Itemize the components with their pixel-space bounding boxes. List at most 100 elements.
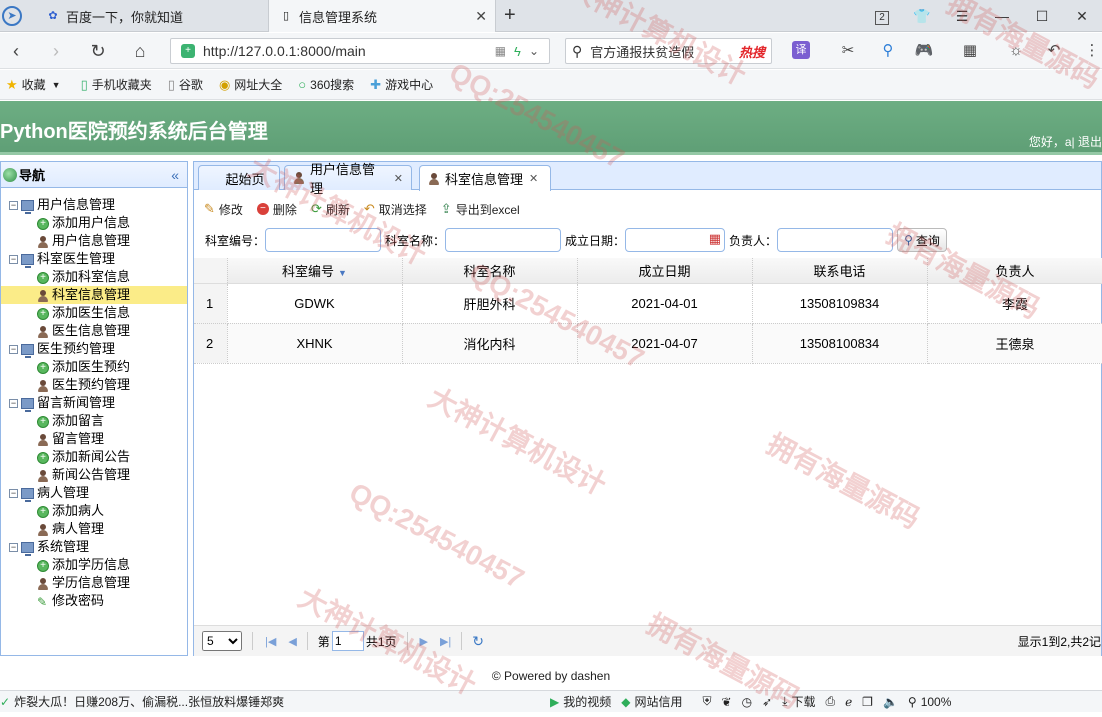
- collapse-toggle-icon[interactable]: −: [9, 255, 18, 265]
- shield-icon[interactable]: ⛨: [703, 694, 712, 709]
- tab-start-page[interactable]: 起始页: [198, 165, 280, 190]
- home-icon[interactable]: ⌂: [128, 39, 152, 63]
- hot-search-badge[interactable]: 热搜: [739, 42, 765, 61]
- window-icon[interactable]: ❐: [862, 695, 873, 709]
- sidebar-item[interactable]: 科室信息管理: [1, 286, 187, 304]
- zoom-search-icon[interactable]: ⚲: [878, 41, 898, 61]
- sidebar-item[interactable]: + 添加新闻公告: [1, 448, 187, 466]
- news-ticker[interactable]: ✓ 炸裂大瓜！日赚208万、偷漏税...张恒放料爆锤郑爽: [0, 693, 520, 710]
- sidebar-group[interactable]: − 病人管理: [1, 484, 187, 503]
- sidebar-item[interactable]: + 添加用户信息: [1, 214, 187, 232]
- gamepad-icon[interactable]: 🎮: [914, 41, 934, 61]
- close-tab-icon[interactable]: ✕: [529, 172, 538, 185]
- search-box[interactable]: ⚲ 官方通报扶贫造假 热搜: [565, 38, 772, 64]
- calendar-icon[interactable]: ▦: [709, 231, 721, 247]
- tab-user-info[interactable]: 用户信息管理 ✕: [284, 162, 412, 196]
- more-menu-icon[interactable]: ⋮: [1082, 41, 1102, 61]
- column-header[interactable]: 联系电话: [752, 258, 928, 284]
- department-code-input[interactable]: [265, 228, 382, 252]
- bookmark-mobile[interactable]: ▯ 手机收藏夹: [81, 76, 152, 93]
- scissors-icon[interactable]: ✂: [838, 41, 858, 61]
- sidebar-item[interactable]: 医生信息管理: [1, 322, 187, 340]
- brightness-icon[interactable]: ☼: [1006, 41, 1026, 61]
- export-excel-button[interactable]: ⇪ 导出到excel: [441, 201, 520, 218]
- undo-icon[interactable]: ↶: [1044, 41, 1064, 61]
- query-button[interactable]: ⚲ 查询: [897, 228, 947, 252]
- sidebar-item[interactable]: + 添加医生信息: [1, 304, 187, 322]
- print-icon[interactable]: ⎙: [825, 694, 835, 709]
- reload-icon[interactable]: ↻: [472, 633, 484, 650]
- zoom-level[interactable]: ⚲ 100%: [908, 695, 952, 709]
- leaf-icon[interactable]: ❦: [722, 695, 732, 709]
- sidebar-item[interactable]: 新闻公告管理: [1, 466, 187, 484]
- close-tab-icon[interactable]: ✕: [475, 8, 487, 25]
- sidebar-group[interactable]: − 用户信息管理: [1, 196, 187, 215]
- speaker-icon[interactable]: 🔈: [883, 695, 898, 709]
- collapse-toggle-icon[interactable]: −: [9, 201, 18, 211]
- bookmark-favorites[interactable]: ★ 收藏 ▼: [6, 76, 65, 93]
- bookmark-google[interactable]: ▯ 谷歌: [168, 76, 203, 93]
- tab-department-info[interactable]: 科室信息管理 ✕: [419, 165, 551, 191]
- minimize-icon[interactable]: —: [982, 8, 1022, 24]
- sidebar-group[interactable]: − 科室医生管理: [1, 250, 187, 269]
- grid-apps-icon[interactable]: ▦: [960, 41, 980, 61]
- ie-icon[interactable]: ℯ: [845, 695, 852, 709]
- translate-icon[interactable]: 译: [792, 41, 810, 59]
- column-header[interactable]: 成立日期: [577, 258, 753, 284]
- bookmark-games[interactable]: ✚ 游戏中心: [370, 76, 433, 93]
- head-person-input[interactable]: [777, 228, 894, 252]
- close-tab-icon[interactable]: ✕: [394, 172, 403, 185]
- tab-counter[interactable]: 2: [862, 7, 902, 25]
- date-picker[interactable]: ▦: [625, 228, 726, 252]
- back-icon[interactable]: ‹: [4, 39, 28, 63]
- rocket-icon[interactable]: ➶: [762, 695, 772, 709]
- download-button[interactable]: ⤓ 下载: [782, 693, 815, 710]
- sidebar-item[interactable]: 学历信息管理: [1, 574, 187, 592]
- column-header[interactable]: 科室编号 ▼: [227, 258, 403, 284]
- page-size-select[interactable]: 5: [202, 631, 242, 651]
- bookmark-sites[interactable]: ◉ 网址大全: [219, 76, 282, 93]
- menu-icon[interactable]: ☰: [942, 8, 982, 25]
- my-video-button[interactable]: ▶ 我的视频: [550, 693, 611, 710]
- department-name-input[interactable]: [445, 228, 562, 252]
- forward-icon[interactable]: ›: [44, 39, 68, 63]
- collapse-icon[interactable]: «: [171, 167, 179, 183]
- qr-icon[interactable]: ▦: [495, 44, 506, 58]
- browser-logo-icon[interactable]: ➤: [2, 6, 22, 26]
- collapse-toggle-icon[interactable]: −: [9, 543, 18, 553]
- shirt-icon[interactable]: 👕: [902, 8, 942, 25]
- last-page-icon[interactable]: ▶|: [440, 635, 451, 648]
- url-field[interactable]: + http://127.0.0.1:8000/main ▦ ϟ ⌄: [170, 38, 550, 64]
- table-row[interactable]: 2 XHNK 消化内科 2021-04-07 13508100834 王德泉: [194, 323, 1102, 364]
- new-tab-button[interactable]: +: [504, 4, 516, 27]
- sidebar-group[interactable]: − 留言新闻管理: [1, 394, 187, 413]
- sidebar-item[interactable]: + 添加学历信息: [1, 556, 187, 574]
- first-page-icon[interactable]: |◀: [265, 635, 276, 648]
- sidebar-item[interactable]: + 添加留言: [1, 412, 187, 430]
- bookmark-360[interactable]: ○ 360搜索: [298, 76, 354, 93]
- sidebar-group[interactable]: − 系统管理: [1, 538, 187, 557]
- prev-page-icon[interactable]: ◀: [288, 635, 296, 648]
- reload-icon[interactable]: ↻: [86, 39, 110, 63]
- sidebar-item[interactable]: 医生预约管理: [1, 376, 187, 394]
- page-number-input[interactable]: [331, 631, 364, 651]
- column-header[interactable]: 负责人: [927, 258, 1102, 284]
- cancel-selection-button[interactable]: ↶ 取消选择: [364, 201, 427, 218]
- sidebar-item[interactable]: ✎ 修改密码: [1, 592, 187, 610]
- clock-icon[interactable]: ◷: [742, 695, 752, 709]
- user-greeting-logout[interactable]: 您好，a| 退出: [1029, 133, 1102, 150]
- sidebar-item[interactable]: 病人管理: [1, 520, 187, 538]
- browser-tab-current[interactable]: ▯ 信息管理系统 ✕: [268, 0, 496, 32]
- collapse-toggle-icon[interactable]: −: [9, 345, 18, 355]
- edit-button[interactable]: ✎ 修改: [204, 201, 243, 218]
- sidebar-item[interactable]: 用户信息管理: [1, 232, 187, 250]
- delete-button[interactable]: − 删除: [256, 201, 297, 218]
- sidebar-item[interactable]: 留言管理: [1, 430, 187, 448]
- next-page-icon[interactable]: ▶: [420, 635, 428, 648]
- sidebar-group[interactable]: − 医生预约管理: [1, 340, 187, 359]
- maximize-icon[interactable]: ☐: [1022, 8, 1062, 25]
- table-row[interactable]: 1 GDWK 肝胆外科 2021-04-01 13508109834 李霞: [194, 283, 1102, 324]
- bolt-icon[interactable]: ϟ: [514, 44, 521, 59]
- site-credit-button[interactable]: ◆ 网站信用: [621, 693, 682, 710]
- refresh-button[interactable]: ⟳ 刷新: [311, 201, 350, 218]
